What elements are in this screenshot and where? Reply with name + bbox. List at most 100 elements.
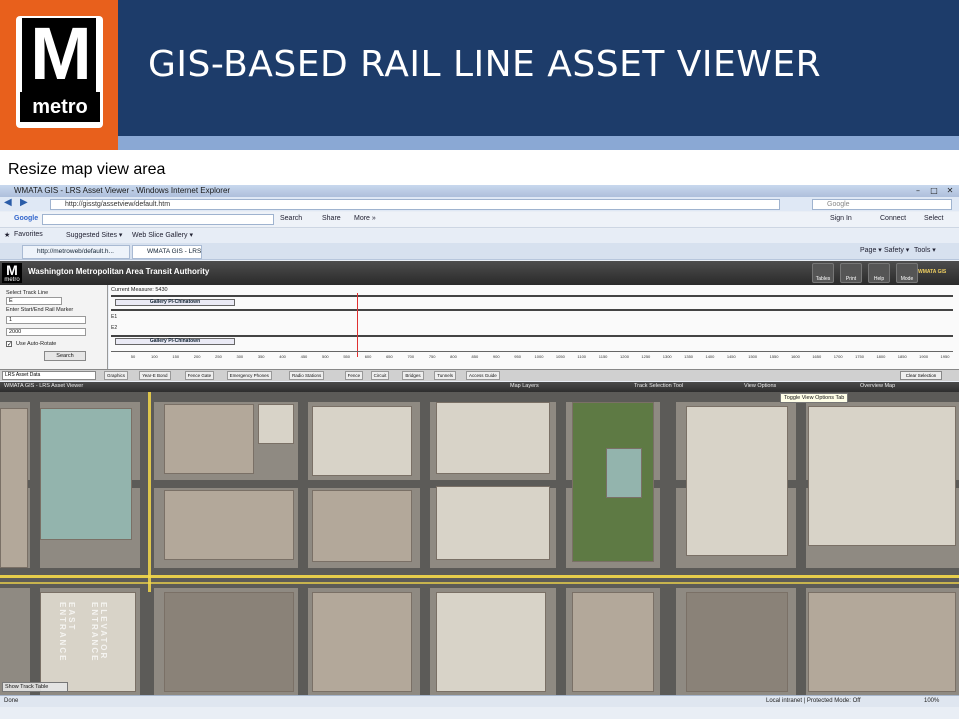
logo-word: metro xyxy=(20,92,100,122)
layer-tab[interactable]: Year-E Bond xyxy=(139,371,171,380)
print-button[interactable]: Print xyxy=(840,263,862,283)
ruler-tick-label: 900 xyxy=(492,354,500,359)
minimize-icon[interactable]: – xyxy=(911,186,925,196)
suggested-sites-link[interactable]: Suggested Sites ▾ xyxy=(66,231,122,239)
mode-button[interactable]: Mode xyxy=(896,263,918,283)
google-search-button[interactable]: Search xyxy=(280,215,302,222)
forward-icon[interactable]: ▶ xyxy=(20,197,28,208)
browser-tab-metroweb[interactable]: http://metroweb/default.h... xyxy=(22,245,130,259)
map-layers-tab[interactable]: Map Layers xyxy=(510,383,539,389)
building xyxy=(436,486,550,560)
building xyxy=(40,592,136,692)
building xyxy=(436,402,550,474)
track-divider xyxy=(111,295,953,297)
start-marker-input[interactable]: 1 xyxy=(6,316,86,324)
autorotate-checkbox[interactable]: ✓ xyxy=(6,341,12,348)
overview-map-tab[interactable]: Overview Map xyxy=(860,383,895,389)
favorites-star-icon[interactable]: ★ xyxy=(4,231,10,239)
rail-line-vertical[interactable] xyxy=(148,392,151,592)
rail-line[interactable] xyxy=(0,582,959,584)
tables-button[interactable]: Tables xyxy=(812,263,834,283)
more-button[interactable]: More » xyxy=(354,215,376,222)
map-toolbar: WMATA GIS - LRS Asset Viewer Map Layers … xyxy=(0,382,959,392)
address-input[interactable]: http://gisstg/assetview/default.htm xyxy=(50,199,780,210)
sign-in-button[interactable]: Sign In xyxy=(830,215,852,222)
address-bar: ◀ ▶ http://gisstg/assetview/default.htm … xyxy=(0,197,959,211)
clear-selection-button[interactable]: Clear Selection xyxy=(900,371,942,380)
back-icon[interactable]: ◀ xyxy=(4,197,12,208)
browser-tab-asset-viewer[interactable]: WMATA GIS - LRS Asset... xyxy=(132,245,202,259)
layer-tab[interactable]: Fence Gate xyxy=(184,371,215,380)
building xyxy=(606,448,642,498)
building xyxy=(312,592,412,692)
favorites-button[interactable]: Favorites xyxy=(14,231,43,238)
building xyxy=(40,408,132,540)
track-line-label: Select Track Line xyxy=(6,290,49,296)
maximize-icon[interactable]: □ xyxy=(927,186,941,196)
building xyxy=(572,592,654,692)
google-search-input[interactable] xyxy=(42,214,274,225)
show-track-table-button[interactable]: Show Track Table xyxy=(2,682,68,692)
layer-tab[interactable]: Tunnels xyxy=(434,371,457,380)
road xyxy=(660,392,676,695)
search-input[interactable]: Google xyxy=(812,199,952,210)
building xyxy=(164,490,294,560)
ruler-tick-label: 200 xyxy=(193,354,201,359)
slide-title: GIS-BASED RAIL LINE ASSET VIEWER xyxy=(148,44,822,85)
end-marker-input[interactable]: 2000 xyxy=(6,328,86,336)
station-label-bottom[interactable]: Gallery Pl-Chinatown xyxy=(115,338,235,345)
layer-tab[interactable]: Access Guide xyxy=(466,371,500,380)
road xyxy=(298,392,308,695)
current-measure-marker[interactable] xyxy=(357,293,358,357)
layer-tab[interactable]: Radio Stations xyxy=(289,371,325,380)
safety-menu[interactable]: Safety ▾ xyxy=(884,246,909,254)
aerial-map[interactable]: EAST ENTRANCE ELEVATOR ENTRANCE xyxy=(0,392,959,695)
page-menu[interactable]: Page ▾ xyxy=(860,246,882,254)
window-title: WMATA GIS - LRS Asset Viewer - Windows I… xyxy=(0,185,959,197)
ruler-tick-label: 650 xyxy=(386,354,393,359)
road xyxy=(556,392,566,695)
tools-menu[interactable]: Tools ▾ xyxy=(914,246,936,254)
track-e1-label: E1 xyxy=(111,314,118,320)
station-label-top[interactable]: Gallery Pl-Chinatown xyxy=(115,299,235,306)
ruler-tick-label: 1250 xyxy=(641,354,651,359)
close-icon[interactable]: ✕ xyxy=(943,186,957,196)
view-options-tab[interactable]: View Options xyxy=(744,383,776,389)
layer-tab[interactable]: Graphics xyxy=(104,371,129,380)
ruler-tick-label: 500 xyxy=(321,354,329,359)
track-search-panel: Select Track Line E Enter Start/End Rail… xyxy=(0,285,108,369)
ruler-tick-label: 450 xyxy=(300,354,308,359)
layer-select[interactable]: LRS Asset Data xyxy=(2,371,96,380)
layer-tab[interactable]: Circuit xyxy=(370,371,390,380)
ruler-tick-label: 350 xyxy=(257,354,265,359)
help-button[interactable]: Help xyxy=(868,263,890,283)
map-title: WMATA GIS - LRS Asset Viewer xyxy=(4,383,84,389)
ruler-tick-label: 300 xyxy=(236,354,244,359)
ruler-tick-label: 400 xyxy=(279,354,286,359)
rail-line[interactable] xyxy=(0,575,959,578)
building xyxy=(686,592,788,692)
favorites-bar: ★ Favorites Suggested Sites ▾ Web Slice … xyxy=(0,229,959,243)
road xyxy=(140,392,154,695)
layer-tab[interactable]: Bridges xyxy=(402,371,424,380)
ruler-tick-label: 750 xyxy=(428,354,436,359)
connect-button[interactable]: Connect xyxy=(880,215,906,222)
app-brand: WMATA GIS xyxy=(918,269,947,275)
measure-ruler: 50 100 150 200 250 300 350 400 450 500 550 600 650 70… xyxy=(111,351,953,361)
select-button[interactable]: Select xyxy=(924,215,943,222)
search-button[interactable]: Search xyxy=(44,351,86,361)
ruler-tick-label: 800 xyxy=(450,354,457,359)
track-selection-tab[interactable]: Track Selection Tool xyxy=(634,383,683,389)
security-zone: Local intranet | Protected Mode: Off xyxy=(766,698,861,704)
layer-tab[interactable]: Emergency Phones xyxy=(226,371,272,380)
web-slice-link[interactable]: Web Slice Gallery ▾ xyxy=(132,231,193,239)
ruler-tick-label: 1350 xyxy=(684,354,694,359)
ruler-tick-label: 950 xyxy=(514,354,521,359)
track-line-select[interactable]: E xyxy=(6,297,62,305)
share-button[interactable]: Share xyxy=(322,215,341,222)
ruler-tick-label: 700 xyxy=(407,354,415,359)
track-e2-label: E2 xyxy=(111,325,118,331)
zoom-level[interactable]: 100% xyxy=(924,698,939,704)
layer-tab[interactable]: Fence xyxy=(344,371,364,380)
convention-building xyxy=(808,406,956,546)
